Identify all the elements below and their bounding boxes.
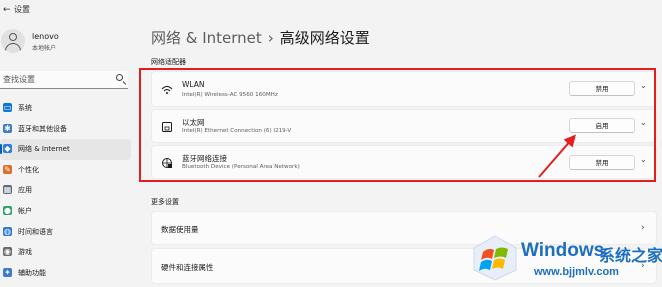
chevron-down-icon[interactable]: ⌄ (640, 155, 647, 164)
user-profile[interactable]: lenovo 本地帐户 (0, 24, 130, 58)
back-arrow-icon[interactable]: ← (3, 5, 11, 15)
avatar-body-icon (5, 43, 21, 53)
accessibility-icon: ✦ (3, 267, 12, 277)
search-icon (116, 74, 123, 81)
sidebar-item-label: 游戏 (18, 248, 32, 257)
adapter-card-bluetooth[interactable]: 蓝牙网络连接 Bluetooth Device (Personal Area N… (151, 145, 657, 179)
sidebar-item-3[interactable]: ✎ 个性化 (0, 160, 131, 181)
sidebar-item-label: 应用 (18, 186, 32, 195)
more-item-label: 数据使用量 (161, 225, 199, 234)
account-icon: ● (3, 205, 12, 215)
chevron-down-icon[interactable]: ⌄ (640, 118, 647, 127)
windows-logo-icon (473, 235, 517, 281)
sidebar-item-4[interactable]: ▦ 应用 (0, 180, 131, 201)
sidebar-item-6[interactable]: ◍ 时间和语言 (0, 222, 131, 243)
page-title: 高级网络设置 (279, 29, 370, 47)
bluetooth-devices-icon: ✱ (3, 123, 12, 133)
sidebar-item-label: 时间和语言 (18, 227, 53, 236)
user-name: lenovo (32, 32, 59, 41)
sidebar-item-0[interactable]: ▭ 系统 (0, 98, 131, 119)
sidebar-item-label: 辅助功能 (18, 268, 46, 277)
adapter-name: 以太网 (182, 118, 205, 127)
title-bar: ← 设置 (0, 0, 662, 20)
breadcrumb-root[interactable]: 网络 & Internet (151, 29, 262, 47)
adapter-name: WLAN (182, 80, 205, 89)
adapter-card-ethernet[interactable]: 以太网 Intel(R) Ethernet Connection (6) I21… (151, 109, 657, 143)
disable-button[interactable]: 禁用 (569, 81, 635, 96)
adapter-name: 蓝牙网络连接 (182, 154, 227, 163)
sidebar-item-7[interactable]: ◉ 游戏 (0, 242, 131, 263)
more-item-label: 硬件和连接属性 (161, 263, 214, 272)
chevron-down-icon[interactable]: ⌄ (640, 81, 647, 90)
window-title: 设置 (14, 5, 30, 14)
enable-button[interactable]: 启用 (569, 118, 635, 133)
ethernet-icon (161, 121, 173, 133)
globe-clock-icon: ◍ (3, 226, 12, 236)
breadcrumb: 网络 & Internet › 高级网络设置 (151, 27, 370, 48)
sidebar-item-1[interactable]: ✱ 蓝牙和其他设备 (0, 119, 131, 140)
account-type: 本地帐户 (32, 45, 57, 52)
adapter-detail: Bluetooth Device (Personal Area Network) (182, 164, 300, 170)
brush-icon: ✎ (3, 164, 12, 174)
search-placeholder: 查找设置 (3, 75, 35, 84)
disable-button[interactable]: 禁用 (569, 155, 635, 170)
sidebar-item-label: 系统 (18, 104, 32, 112)
globe-network-icon (161, 157, 173, 169)
apps-icon: ▦ (3, 185, 12, 195)
watermark-url: www.bjjmlv.com (534, 266, 619, 278)
sidebar-item-label: 个性化 (18, 165, 39, 174)
adapter-card-wlan[interactable]: WLAN Intel(R) Wireless-AC 9560 160MHz 禁用… (151, 71, 657, 107)
wifi-icon (161, 84, 173, 96)
watermark-brand: Windows (521, 240, 605, 261)
sidebar-item-5[interactable]: ● 帐户 (0, 201, 131, 222)
adapter-detail: Intel(R) Wireless-AC 9560 160MHz (182, 92, 278, 98)
search-input[interactable]: 查找设置 (0, 71, 128, 89)
section-label-adapters: 网络适配器 (151, 58, 186, 66)
avatar (1, 29, 25, 53)
avatar-head-icon (9, 33, 17, 41)
controller-icon: ◉ (3, 247, 12, 257)
sidebar-item-label: 蓝牙和其他设备 (18, 124, 67, 133)
breadcrumb-separator: › (267, 29, 274, 47)
network-icon: ◆ (3, 144, 12, 154)
sidebar-item-label: 帐户 (18, 206, 32, 215)
adapter-detail: Intel(R) Ethernet Connection (6) I219-V (182, 128, 292, 134)
monitor-icon: ▭ (3, 103, 12, 112)
sidebar-item-2[interactable]: ◆ 网络 & Internet (0, 139, 131, 160)
sidebar-nav: ▭ 系统 ✱ 蓝牙和其他设备 ◆ 网络 & Internet ✎ 个性化 ▦ 应用 ● 帐户 ◍ 时间和语… (0, 98, 131, 283)
watermark-brand-cn: 系统之家 (599, 246, 662, 265)
sidebar-item-8[interactable]: ✦ 辅助功能 (0, 263, 131, 284)
sidebar-item-label: 网络 & Internet (18, 145, 70, 154)
section-label-more: 更多设置 (151, 198, 179, 206)
watermark: Windows 系统之家 www.bjjmlv.com (468, 226, 662, 287)
